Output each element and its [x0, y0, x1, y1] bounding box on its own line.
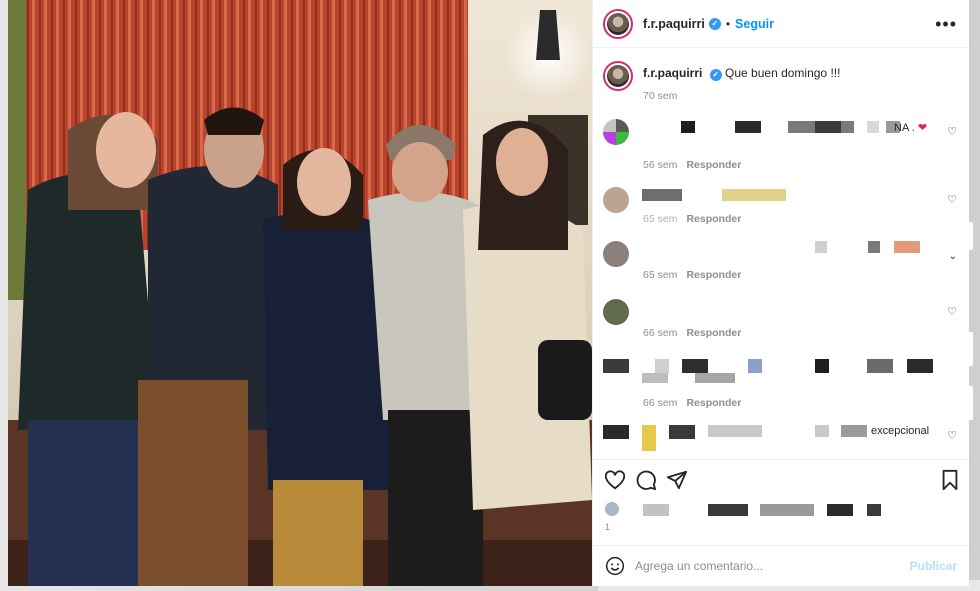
pixelated-text — [867, 121, 879, 133]
reply-button[interactable]: Responder — [686, 159, 741, 171]
caption-username[interactable]: f.r.paquirri — [643, 66, 702, 80]
pixelated-text — [760, 504, 814, 516]
pixelated-text — [748, 359, 762, 373]
comment-like-heart-icon[interactable]: ♡ — [947, 193, 957, 206]
heart-icon[interactable] — [604, 469, 626, 491]
verified-badge-icon: ✓ — [708, 17, 721, 30]
comment-timestamp: 65 sem — [643, 269, 678, 281]
pixelated-text — [815, 425, 829, 437]
bookmark-icon[interactable] — [940, 469, 960, 491]
pixelated-text — [867, 504, 881, 516]
commenter-avatar[interactable] — [603, 299, 629, 325]
post-actions-bar — [593, 459, 969, 499]
pixelated-text — [669, 425, 695, 439]
pixelated-text — [867, 359, 893, 373]
author-username[interactable]: f.r.paquirri — [643, 17, 705, 31]
pixelated-text — [894, 241, 920, 253]
comment-like-heart-icon[interactable]: ♡ — [947, 429, 957, 442]
comment-row: ♡ 66 sem Responder — [603, 299, 961, 355]
pixelated-text — [735, 121, 761, 133]
comment-icon[interactable] — [635, 469, 657, 491]
comment-text-fragment: NA . ❤ — [894, 122, 928, 134]
caption-body: Que buen domingo !!! — [725, 66, 841, 80]
caption-text: f.r.paquirri ✓ Que buen domingo !!! — [643, 66, 840, 81]
likes-counter: 1 — [605, 522, 611, 532]
pixelated-text — [603, 425, 629, 439]
commenter-avatar[interactable] — [603, 119, 629, 145]
share-icon[interactable] — [666, 469, 688, 491]
separator-dot: • — [725, 16, 731, 31]
caption-timestamp: 70 sem — [643, 90, 678, 102]
pixelated-text — [708, 504, 748, 516]
pixelated-text — [642, 373, 668, 383]
pixelated-text — [643, 504, 669, 516]
comment-like-heart-icon[interactable]: ♡ — [947, 125, 957, 138]
pixelated-text — [815, 359, 829, 373]
comment-row: excepcional ♡ — [603, 423, 961, 459]
pixelated-text — [827, 504, 853, 516]
comment-row: NA . ❤ ♡ 56 sem Responder — [603, 119, 961, 175]
pixelated-text — [708, 425, 762, 437]
comment-meta: 66 sem Responder — [643, 327, 741, 339]
reply-button[interactable]: Responder — [686, 213, 741, 225]
pixelated-text — [682, 359, 708, 373]
caption-avatar[interactable] — [603, 61, 633, 91]
pixelated-text — [695, 373, 735, 383]
comment-row: ♡ 65 sem Responder — [603, 187, 961, 243]
commenter-avatar[interactable] — [603, 187, 629, 213]
comment-text-fragment: excepcional — [871, 425, 930, 437]
comment-timestamp: 66 sem — [643, 397, 678, 409]
comment-timestamp: 56 sem — [643, 159, 678, 171]
pixelated-text — [815, 241, 827, 253]
comment-meta: 56 sem Responder — [643, 159, 741, 171]
pixelated-text — [603, 359, 629, 373]
likes-section: 1 — [605, 500, 957, 540]
author-avatar[interactable] — [603, 8, 633, 39]
side-scroll-tab — [969, 386, 973, 420]
pixelated-text — [681, 121, 695, 133]
comment-timestamp: 66 sem — [643, 327, 678, 339]
verified-badge-icon: ✓ — [709, 68, 722, 81]
pixelated-text — [907, 359, 933, 373]
pixelated-text — [841, 425, 867, 437]
reply-button[interactable]: Responder — [686, 397, 741, 409]
comment-row: ⌄ 65 sem Responder — [603, 241, 961, 297]
pixelated-text — [722, 189, 786, 201]
comment-meta: 66 sem Responder — [643, 397, 741, 409]
post-side-panel: f.r.paquirri ✓ • Seguir ••• f.r.paquirri… — [592, 0, 969, 586]
pixelated-text — [655, 359, 669, 373]
chevron-down-icon[interactable]: ⌄ — [949, 251, 957, 262]
comments-list[interactable]: f.r.paquirri ✓ Que buen domingo !!! 70 s… — [593, 49, 969, 459]
post-photo-illustration — [8, 0, 592, 586]
comment-timestamp: 65 sem — [643, 213, 678, 225]
comment-meta: 65 sem Responder — [643, 213, 741, 225]
comment-composer: Publicar — [593, 545, 969, 586]
comment-like-heart-icon[interactable]: ♡ — [947, 305, 957, 318]
more-options-icon[interactable]: ••• — [935, 15, 957, 33]
post-header: f.r.paquirri ✓ • Seguir ••• — [593, 0, 969, 48]
pixelated-text — [642, 425, 656, 451]
pixelated-text — [642, 189, 682, 201]
pixelated-text — [868, 241, 880, 253]
pixelated-text — [815, 121, 841, 133]
comment-row: 66 sem Responder — [603, 357, 961, 413]
side-scroll-tab — [969, 222, 973, 250]
comment-input[interactable] — [635, 559, 910, 573]
instagram-post-modal: f.r.paquirri ✓ • Seguir ••• f.r.paquirri… — [0, 0, 980, 591]
reply-button[interactable]: Responder — [686, 327, 741, 339]
follow-button[interactable]: Seguir — [735, 17, 774, 31]
comment-meta: 65 sem Responder — [643, 269, 741, 281]
emoji-icon[interactable] — [605, 556, 625, 576]
side-scroll-tab — [969, 332, 973, 366]
publish-button[interactable]: Publicar — [910, 559, 957, 573]
reply-button[interactable]: Responder — [686, 269, 741, 281]
commenter-avatar[interactable] — [603, 241, 629, 267]
liker-avatar[interactable] — [605, 502, 619, 516]
post-photo[interactable] — [8, 0, 592, 586]
